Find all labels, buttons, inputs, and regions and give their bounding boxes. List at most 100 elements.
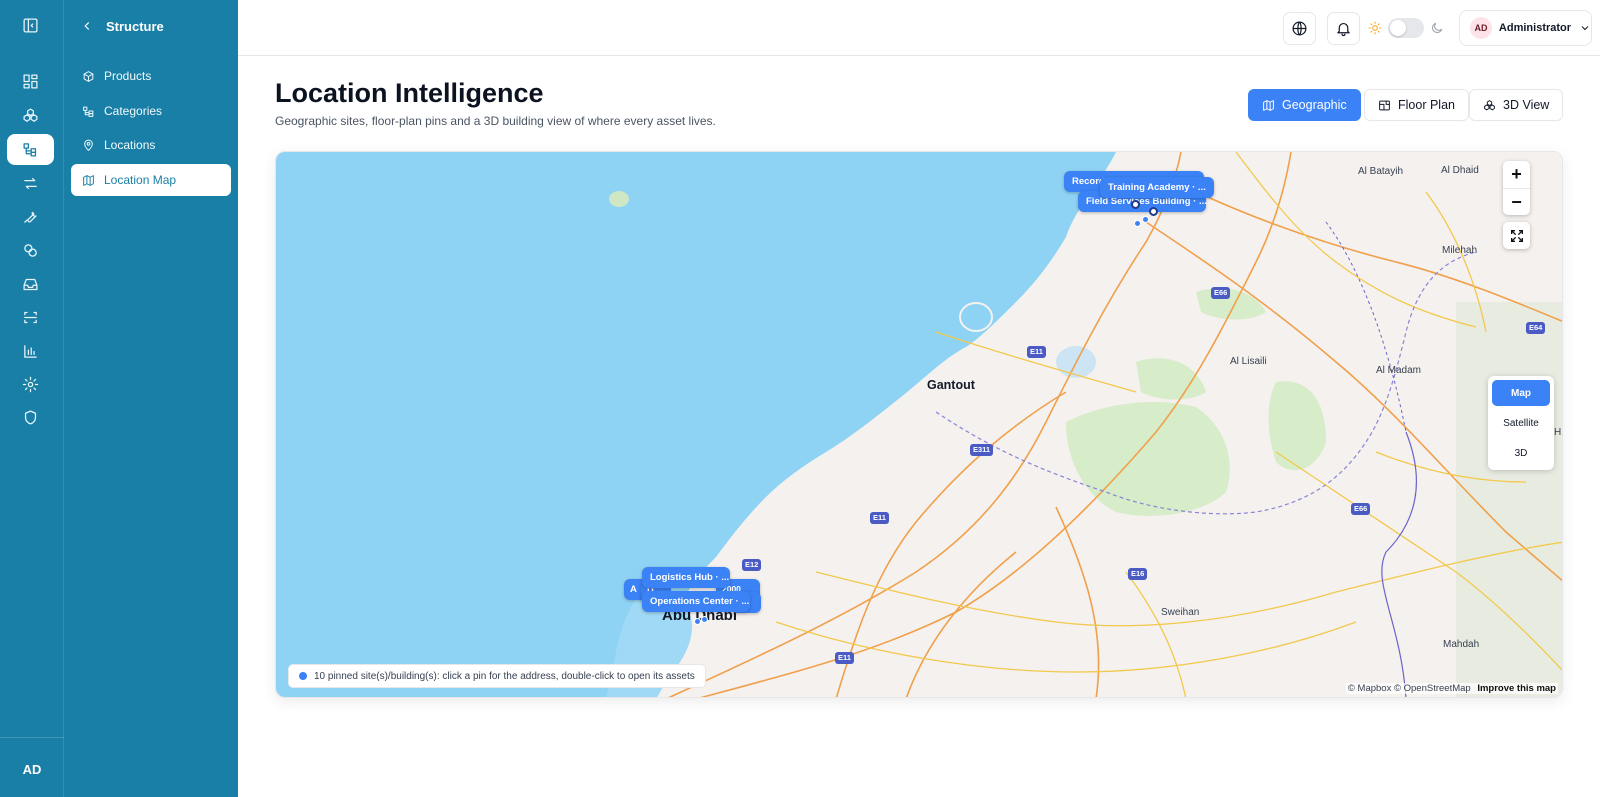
place-label: Milehah [1442, 245, 1478, 256]
map-icon [1263, 99, 1274, 111]
highway-shield: E66 [1211, 287, 1231, 299]
map-style-map[interactable]: Map [1492, 380, 1550, 406]
map-pin-label[interactable]: Logistics Hub · ... [642, 567, 730, 588]
structure-icon[interactable] [7, 134, 54, 165]
map-pin-marker[interactable] [701, 616, 708, 623]
improve-map-link[interactable]: Improve this map [1477, 683, 1556, 694]
modules-icon[interactable] [7, 100, 54, 131]
sidebar-title: Structure [106, 18, 164, 34]
tab-label: Geographic [1282, 98, 1347, 112]
fullscreen-button[interactable] [1503, 222, 1530, 249]
user-menu[interactable]: AD Administrator [1459, 10, 1592, 46]
map-pin-marker[interactable] [1149, 207, 1158, 216]
sidebar-item-locations[interactable]: Locations [71, 129, 231, 161]
highway-shield: E66 [1351, 503, 1371, 515]
maintenance-icon[interactable] [7, 201, 54, 232]
place-label: Al Batayih [1358, 166, 1404, 177]
place-label: H [1554, 427, 1562, 438]
sidebar-item-label: Products [104, 69, 152, 83]
map-attribution: © Mapbox © OpenStreetMap Improve this ma… [1345, 683, 1558, 694]
chevron-down-icon [1581, 26, 1589, 31]
moon-icon [1432, 22, 1443, 33]
sidebar-item-label: Categories [104, 104, 163, 118]
zoom-controls: + − [1503, 161, 1530, 215]
sidebar-item-categories[interactable]: Categories [71, 95, 231, 127]
structure-sidebar: Structure Products Categories Locations … [64, 0, 238, 797]
place-label: Gantout [927, 378, 975, 392]
page-subtitle: Geographic sites, floor-plan pins and a … [275, 114, 716, 128]
status-dot-icon [299, 672, 307, 680]
box-icon [83, 70, 94, 82]
tab-3d-view[interactable]: 3D View [1469, 89, 1564, 121]
highway-shield: E11 [1027, 346, 1046, 358]
transfers-icon[interactable] [7, 168, 54, 199]
icon-rail: AD [0, 0, 64, 797]
tab-geographic[interactable]: Geographic [1248, 89, 1361, 121]
reports-icon[interactable] [7, 336, 54, 367]
map-pin-icon [84, 139, 93, 151]
map-icon [83, 174, 94, 186]
sidebar-toggle-icon[interactable] [7, 10, 54, 41]
map-style-3d[interactable]: 3D [1492, 440, 1550, 466]
settings-icon[interactable] [7, 369, 54, 400]
tab-label: Floor Plan [1398, 98, 1455, 112]
chevron-left-icon [84, 22, 90, 30]
map-base-layer [276, 152, 1562, 697]
dashboard-icon[interactable] [7, 66, 54, 97]
place-label: Al Lisaili [1230, 356, 1267, 367]
user-name: Administrator [1498, 22, 1572, 34]
map-status-text: 10 pinned site(s)/building(s): click a p… [314, 670, 695, 682]
location-map[interactable]: Al Batayih Al Dhaid Milehah Al Lisaili A… [275, 151, 1563, 698]
bell-icon [1337, 22, 1350, 37]
map-pin-marker[interactable] [694, 618, 701, 625]
tab-label: 3D View [1503, 98, 1550, 112]
map-style-satellite[interactable]: Satellite [1492, 410, 1550, 436]
globe-icon [1292, 21, 1307, 36]
map-pin-marker[interactable] [1134, 220, 1141, 227]
language-button[interactable] [1283, 12, 1316, 45]
map-style-switcher: Map Satellite 3D [1488, 376, 1554, 470]
map-pin-label[interactable]: Operations Center · ... [642, 591, 750, 612]
top-bar: AD Administrator [238, 0, 1600, 56]
inbox-icon[interactable] [7, 269, 54, 300]
sidebar-item-label: Locations [104, 138, 156, 152]
attribution-text[interactable]: © Mapbox © OpenStreetMap [1348, 683, 1471, 694]
scan-icon[interactable] [7, 302, 54, 333]
place-label: Al Madam [1376, 365, 1422, 376]
theme-toggle[interactable] [1388, 18, 1424, 38]
highway-shield: E311 [970, 444, 994, 456]
place-label: Al Dhaid [1441, 165, 1479, 176]
theme-switch[interactable] [1368, 18, 1444, 38]
map-pin-marker[interactable] [1142, 216, 1149, 223]
fullscreen-control [1503, 222, 1530, 249]
floor-plan-icon [1379, 100, 1390, 110]
sidebar-item-products[interactable]: Products [71, 60, 231, 92]
sidebar-item-label: Location Map [104, 173, 177, 187]
map-pin-marker[interactable] [1131, 200, 1140, 209]
tags-icon[interactable] [7, 235, 54, 266]
map-pin-label[interactable]: Training Academy · ... [1100, 177, 1214, 198]
place-label: Sweihan [1161, 607, 1200, 618]
security-icon[interactable] [7, 402, 54, 433]
highway-shield: E11 [870, 512, 889, 524]
sidebar-item-location-map[interactable]: Location Map [71, 164, 231, 196]
user-initials[interactable]: AD [0, 762, 64, 777]
sidebar-back-header[interactable]: Structure [80, 16, 164, 36]
highway-shield: E64 [1526, 322, 1546, 334]
map-status-bar: 10 pinned site(s)/building(s): click a p… [288, 664, 706, 688]
highway-shield: E16 [1128, 568, 1148, 580]
cubes-icon [1484, 99, 1495, 110]
notifications-button[interactable] [1327, 12, 1360, 45]
place-label: Mahdah [1443, 639, 1480, 650]
highway-shield: E12 [742, 559, 762, 571]
rail-divider [0, 737, 64, 738]
sun-icon [1368, 21, 1382, 35]
zoom-out-button[interactable]: − [1503, 188, 1530, 215]
page-title: Location Intelligence [275, 78, 544, 108]
zoom-in-button[interactable]: + [1503, 161, 1530, 188]
tab-floor-plan[interactable]: Floor Plan [1364, 89, 1469, 121]
expand-icon [1510, 229, 1523, 242]
highway-shield: E11 [835, 652, 854, 664]
avatar: AD [1470, 17, 1492, 39]
hierarchy-icon [83, 106, 94, 117]
